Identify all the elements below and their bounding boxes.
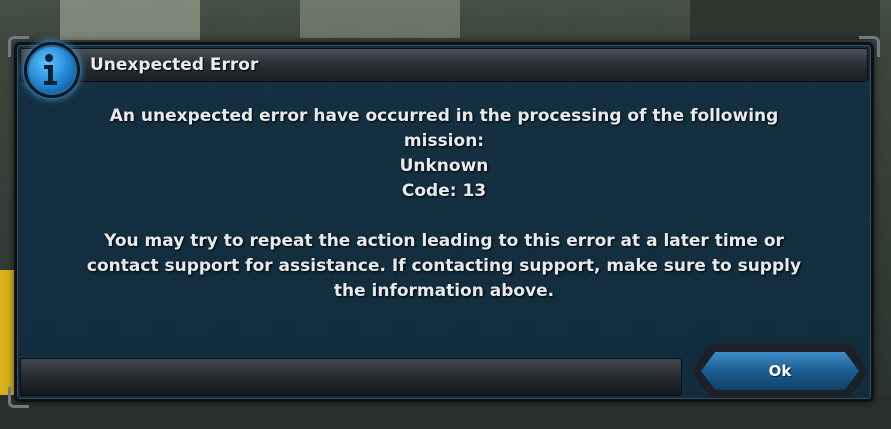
ok-button[interactable]: Ok [701,352,859,390]
info-icon [24,42,80,98]
dialog-body: An unexpected error have occurred in the… [44,104,844,304]
background-structure [690,0,880,40]
advice-line: the information above. [333,281,555,301]
background-building [300,0,460,38]
ok-button-frame: Ok [692,344,868,398]
dialog-title: Unexpected Error [90,55,259,75]
error-code: Code: 13 [401,181,487,201]
advice-line: contact support for assistance. If conta… [86,256,802,276]
error-dialog: Unexpected Error An unexpected error hav… [8,36,880,408]
mission-name: Unknown [399,156,489,176]
error-message-line: An unexpected error have occurred in the… [109,106,779,126]
info-glyph [44,54,57,85]
advice-line: You may try to repeat the action leading… [104,231,784,251]
dialog-footer-bar [20,358,682,396]
error-message-line: mission: [403,131,485,151]
background-building [60,0,200,40]
